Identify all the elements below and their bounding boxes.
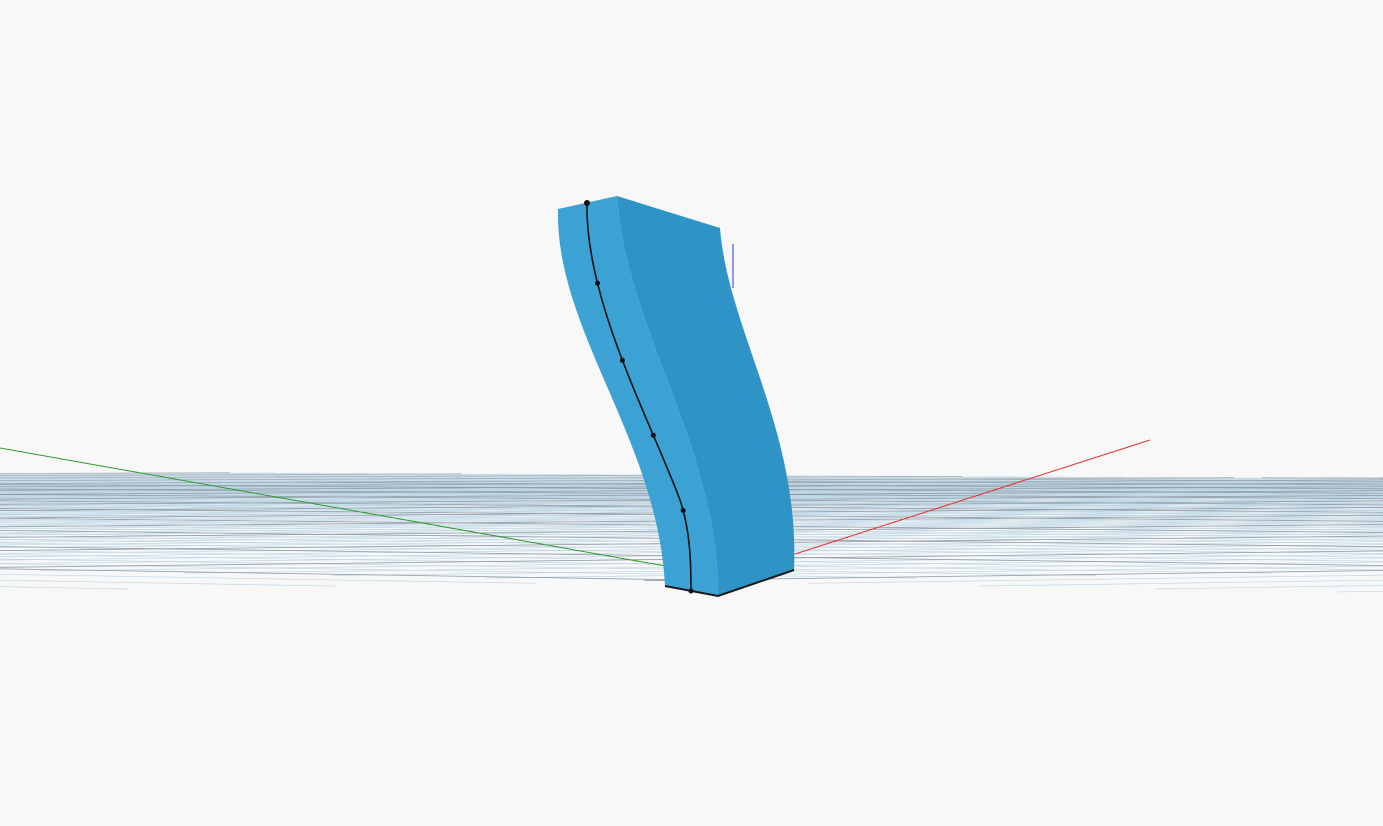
control-point[interactable] (584, 200, 590, 206)
grid-minor-line (808, 574, 1383, 584)
curved-column-model[interactable] (557, 196, 795, 598)
control-point[interactable] (680, 508, 686, 513)
control-point[interactable] (619, 357, 625, 363)
3d-viewport[interactable] (0, 0, 1383, 826)
grid-minor-line (0, 586, 128, 590)
control-point[interactable] (595, 280, 600, 286)
scene-canvas[interactable] (0, 0, 1383, 826)
control-point[interactable] (688, 588, 694, 594)
grid-minor-line (978, 579, 1383, 587)
grid-minor-line (0, 579, 336, 587)
control-point[interactable] (650, 432, 656, 438)
grid-minor-line (1337, 590, 1383, 593)
